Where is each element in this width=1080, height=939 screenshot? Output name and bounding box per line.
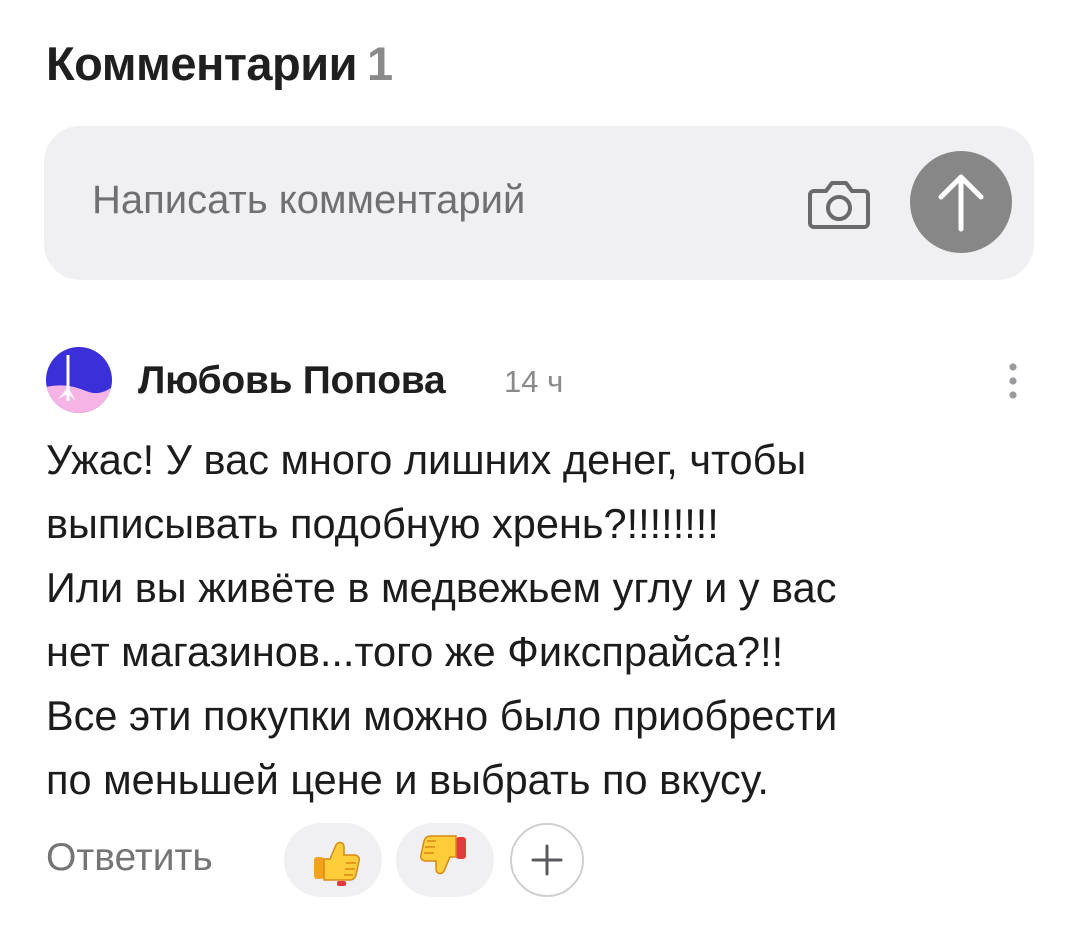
add-reaction-button[interactable] — [510, 823, 584, 897]
comment-line: Ужас! У вас много лишних денег, чтобы — [46, 436, 807, 483]
arrow-up-icon — [938, 174, 984, 232]
comments-count: 1 — [367, 37, 393, 90]
comments-title: Комментарии — [46, 37, 358, 90]
comment-line: по меньшей цене и выбрать по вкусу. — [46, 756, 769, 803]
reply-button[interactable]: Ответить — [46, 836, 213, 880]
comment-text: Ужас! У вас много лишних денег, чтобы вы… — [46, 428, 1036, 812]
vertical-dots-icon[interactable] — [996, 358, 1030, 404]
plus-icon — [531, 844, 563, 876]
comment-time: 14 ч — [504, 364, 564, 399]
thumbs-up-icon — [314, 841, 360, 886]
comment-line: Или вы живёте в медвежьем углу и у вас — [46, 564, 837, 611]
comment-line: выписывать подобную хрень?!!!!!!!! — [46, 500, 719, 547]
reaction-like-button[interactable] — [284, 823, 382, 897]
thumbs-down-icon — [420, 835, 466, 875]
comment-input-placeholder[interactable]: Написать комментарий — [92, 178, 525, 223]
camera-icon[interactable] — [808, 177, 870, 231]
send-button[interactable] — [910, 151, 1012, 253]
avatar[interactable] — [46, 347, 112, 413]
comment-line: Все эти покупки можно было приобрести — [46, 692, 838, 739]
comment-author[interactable]: Любовь Попова — [138, 359, 446, 403]
comments-header: Комментарии 1 — [46, 36, 393, 91]
comment-composer[interactable]: Написать комментарий — [44, 126, 1034, 280]
reaction-dislike-button[interactable] — [396, 823, 494, 897]
comment-line: нет магазинов...того же Фикспрайса?!! — [46, 628, 784, 675]
